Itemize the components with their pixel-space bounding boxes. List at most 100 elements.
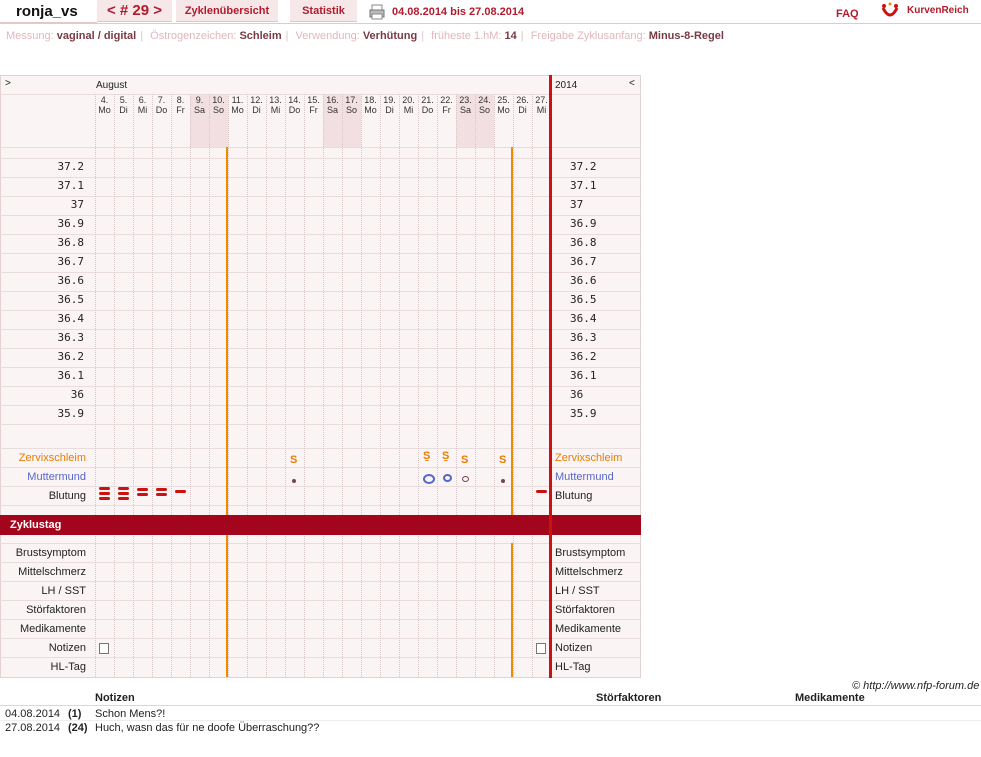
day-header: 13. Mi — [269, 95, 282, 115]
cycle-navigator[interactable]: < # 29 > — [97, 0, 172, 22]
day-header: 19. Di — [383, 95, 396, 115]
bleeding-mark — [99, 492, 110, 495]
grid-line — [0, 272, 641, 273]
day-header: 24. So — [478, 95, 491, 115]
grid-line — [0, 158, 641, 159]
grid-line — [0, 310, 641, 311]
day-grid-line — [133, 94, 134, 677]
note-day: (24) — [68, 722, 88, 734]
setting-key: Verwendung: — [295, 30, 360, 42]
day-header: 10. So — [212, 95, 225, 115]
cervix-dot-icon — [501, 479, 505, 483]
row-label-right: Brustsymptom — [555, 547, 626, 559]
row-label-left: Notizen — [48, 642, 86, 654]
table-divider — [0, 720, 981, 721]
cervix-medium-icon — [443, 474, 452, 482]
row-label-left: Brustsymptom — [15, 547, 86, 559]
bleeding-mark — [137, 493, 148, 496]
grid-line — [0, 600, 641, 601]
day-grid-line — [494, 94, 495, 677]
note-icon — [99, 643, 109, 654]
grid-line — [0, 562, 641, 563]
tab-zyklenuebersicht[interactable]: Zyklenübersicht — [176, 0, 278, 22]
temp-label-right: 36.5 — [570, 293, 597, 306]
copyright[interactable]: © http://www.nfp-forum.de — [852, 680, 979, 692]
day-header: 23. Sa — [459, 95, 472, 115]
temp-label-left: 35.9 — [57, 407, 85, 420]
note-text: Schon Mens?! — [95, 708, 166, 720]
cervix-open-icon — [423, 474, 435, 484]
day-header: 20. Mi — [402, 95, 415, 115]
day-header: 26. Di — [516, 95, 529, 115]
day-header: 22. Fr — [440, 95, 453, 115]
temp-label-right: 36.8 — [570, 236, 597, 249]
grid-line — [0, 467, 641, 468]
temp-label-right: 37.1 — [570, 179, 597, 192]
temp-label-left: 36.9 — [57, 217, 85, 230]
brand-name[interactable]: KurvenReich — [907, 5, 969, 16]
bleeding-mark — [156, 493, 167, 496]
date-range: 04.08.2014 bis 27.08.2014 — [392, 6, 525, 18]
temp-label-left: 37.2 — [57, 160, 85, 173]
temp-label-right: 36.3 — [570, 331, 597, 344]
temp-label-left: 37.1 — [57, 179, 85, 192]
grid-line — [0, 424, 641, 425]
row-label-left: Medikamente — [19, 623, 86, 635]
day-grid-line — [399, 94, 400, 677]
temp-label-right: 36 — [570, 388, 584, 401]
grid-line — [0, 405, 641, 406]
day-header: 16. Sa — [326, 95, 339, 115]
phase-line-end-lower — [511, 543, 513, 677]
faq-link[interactable]: FAQ — [836, 8, 859, 20]
day-grid-line — [456, 94, 457, 677]
today-marker — [549, 75, 552, 678]
temp-label-left: 36.7 — [57, 255, 85, 268]
username: ronja_vs — [0, 0, 97, 23]
day-grid-line — [266, 94, 267, 677]
grid-line — [0, 367, 641, 368]
month-label: August — [96, 80, 128, 91]
day-grid-line — [437, 94, 438, 677]
note-icon — [536, 643, 546, 654]
day-header: 11. Mo — [231, 95, 244, 115]
temp-label-right: 36.4 — [570, 312, 597, 325]
cervix-dot-icon — [292, 479, 296, 483]
day-header: 15. Fr — [307, 95, 320, 115]
setting-value: Schleim — [239, 30, 282, 42]
chart-nav-left[interactable]: > — [5, 78, 11, 89]
grid-line — [0, 581, 641, 582]
day-grid-line — [247, 94, 248, 677]
temp-label-left: 36.5 — [57, 293, 85, 306]
tab-statistik[interactable]: Statistik — [290, 0, 357, 22]
temp-label-left: 37 — [70, 198, 84, 211]
day-header: 21. Do — [421, 95, 434, 115]
grid-line — [0, 291, 641, 292]
setting-key: Östrogenzeichen: — [150, 30, 237, 42]
grid-line — [0, 253, 641, 254]
row-label-right: Zervixschleim — [555, 452, 623, 464]
grid-line — [0, 196, 641, 197]
grid-line — [0, 348, 641, 349]
temp-label-right: 37 — [570, 198, 584, 211]
grid-line — [0, 638, 641, 639]
day-grid-line — [475, 94, 476, 677]
day-header: 9. Sa — [193, 95, 205, 115]
chart-nav-right[interactable]: < — [629, 78, 635, 89]
kurvenreich-logo-icon[interactable] — [880, 2, 900, 20]
grid-line — [0, 505, 641, 506]
grid-line — [0, 215, 641, 216]
bleeding-mark — [175, 490, 186, 493]
day-header: 5. Di — [119, 95, 128, 115]
bleeding-mark — [118, 487, 129, 490]
bleeding-mark — [536, 490, 547, 493]
day-grid-line — [532, 94, 533, 677]
row-label-left: Blutung — [48, 490, 86, 502]
setting-key: Messung: — [6, 30, 54, 42]
day-grid-line — [380, 94, 381, 677]
row-label-right: LH / SST — [555, 585, 600, 597]
grid-line — [0, 177, 641, 178]
day-grid-line — [323, 94, 324, 677]
table-divider — [0, 705, 981, 706]
print-icon[interactable] — [369, 4, 385, 20]
temp-label-left: 36.6 — [57, 274, 85, 287]
